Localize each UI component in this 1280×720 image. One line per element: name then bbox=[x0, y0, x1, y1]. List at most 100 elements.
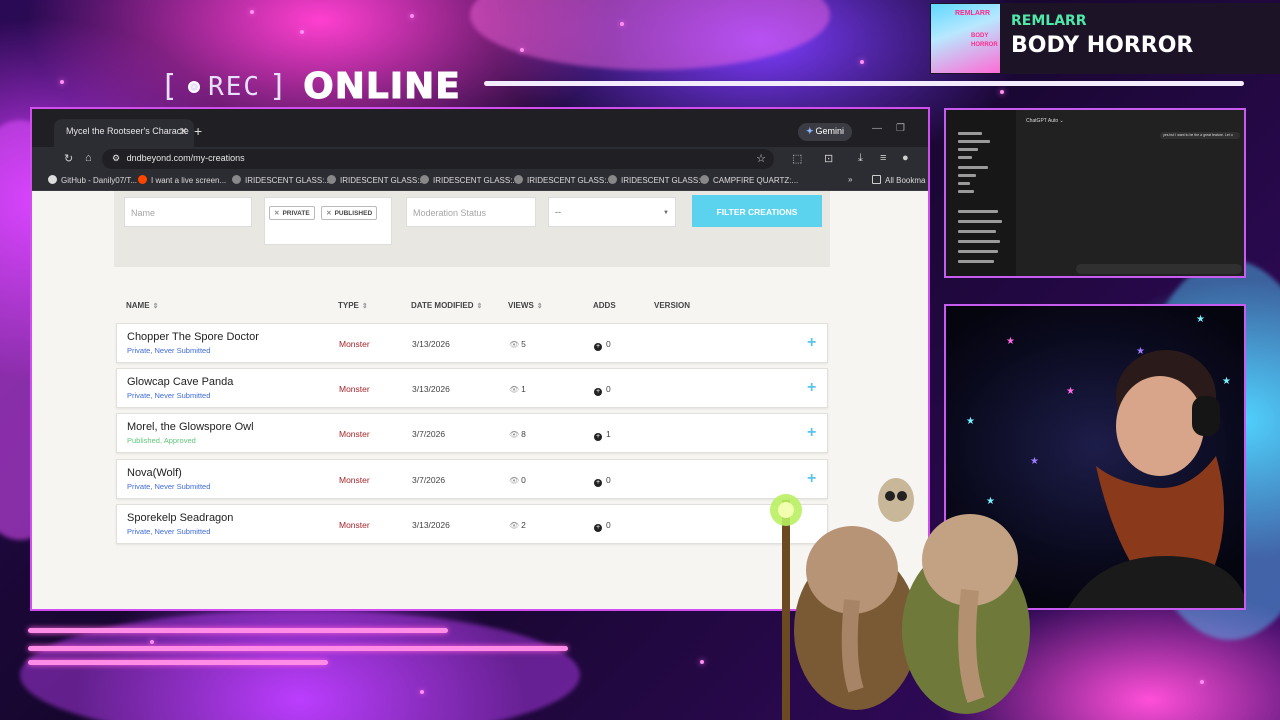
mascot-characters-art bbox=[770, 478, 1030, 720]
now-playing-title: BODY HORROR bbox=[1011, 33, 1194, 58]
gemini-button[interactable]: ✦ Gemini bbox=[798, 123, 852, 141]
type-select[interactable]: -- ▼ bbox=[548, 197, 676, 227]
eye-icon: 👁 bbox=[509, 476, 520, 485]
column-header-adds: ADDS bbox=[593, 301, 616, 310]
status-chip[interactable]: ✕ PUBLISHED bbox=[321, 206, 378, 220]
sort-icon: ⇕ bbox=[536, 303, 543, 310]
expand-row-icon[interactable]: + bbox=[807, 334, 816, 352]
eye-icon: 👁 bbox=[509, 430, 520, 439]
expand-row-icon[interactable]: + bbox=[807, 424, 816, 442]
creation-type: Monster bbox=[339, 475, 370, 485]
maximize-icon[interactable]: ❐ bbox=[896, 123, 905, 134]
status-chip-select[interactable]: ✕ PRIVATE ✕ PUBLISHED bbox=[264, 197, 392, 245]
record-dot-icon bbox=[188, 80, 201, 93]
table-row[interactable]: Nova(Wolf) Private, Never Submitted Mons… bbox=[116, 459, 828, 499]
creation-views: 👁 2 bbox=[509, 520, 526, 530]
online-label: ONLINE bbox=[303, 66, 461, 108]
rec-badge: [ REC ] bbox=[160, 69, 289, 104]
download-icon[interactable]: ⤓ bbox=[858, 152, 863, 165]
plus-circle-icon: + bbox=[594, 343, 602, 351]
eye-icon: 👁 bbox=[509, 340, 520, 349]
recording-indicator: [ REC ] ONLINE bbox=[160, 66, 461, 108]
creation-name[interactable]: Nova(Wolf) bbox=[127, 467, 182, 479]
column-header-views[interactable]: VIEWS ⇕ bbox=[508, 301, 543, 310]
close-tab-icon[interactable]: ✕ bbox=[179, 125, 188, 138]
album-art-title: BODY HORROR bbox=[971, 33, 998, 48]
table-row[interactable]: Glowcap Cave Panda Private, Never Submit… bbox=[116, 368, 828, 408]
bookmark-item[interactable]: GitHub - Danily07/T... bbox=[48, 175, 137, 185]
header-divider bbox=[484, 81, 1244, 86]
bookmark-item[interactable]: IRIDESCENT GLASS:... bbox=[232, 175, 331, 185]
site-info-icon[interactable]: ⚙ bbox=[112, 153, 120, 163]
remove-chip-icon[interactable]: ✕ bbox=[274, 210, 279, 217]
creation-name[interactable]: Glowcap Cave Panda bbox=[127, 376, 233, 388]
filter-panel: Name ✕ PRIVATE ✕ PUBLISHED Moderation Stat… bbox=[114, 191, 830, 267]
chat-input bbox=[1076, 264, 1242, 274]
plus-circle-icon: + bbox=[594, 524, 602, 532]
expand-row-icon[interactable]: + bbox=[807, 379, 816, 397]
creation-adds: +0 bbox=[594, 384, 611, 396]
creation-name[interactable]: Morel, the Glowspore Owl bbox=[127, 421, 254, 433]
creation-date: 3/13/2026 bbox=[412, 384, 450, 394]
screenshot-icon[interactable]: ⊡ bbox=[824, 152, 833, 165]
eye-icon: 👁 bbox=[509, 521, 520, 530]
chatgpt-model-label: ChatGPT Auto ⌄ bbox=[1026, 118, 1064, 124]
column-header-type[interactable]: TYPE ⇕ bbox=[338, 301, 368, 310]
moderation-status-input[interactable]: Moderation Status bbox=[406, 197, 536, 227]
home-icon[interactable]: ⌂ bbox=[85, 152, 92, 164]
creation-type: Monster bbox=[339, 520, 370, 530]
pink-swirl bbox=[470, 0, 830, 70]
creation-status: Private, Never Submitted bbox=[127, 346, 211, 355]
bookmark-item[interactable]: IRIDESCENT GLASS:... bbox=[327, 175, 426, 185]
table-row[interactable]: Sporekelp Seadragon Private, Never Submi… bbox=[116, 504, 828, 544]
eye-icon: 👁 bbox=[509, 385, 520, 394]
bookmark-item[interactable]: IRIDESCENT GLASS:... bbox=[514, 175, 613, 185]
chatgpt-sidebar bbox=[946, 110, 1016, 276]
creation-adds: +0 bbox=[594, 339, 611, 351]
column-header-name[interactable]: NAME ⇕ bbox=[126, 301, 158, 310]
minimize-icon[interactable]: — bbox=[872, 123, 882, 134]
gemini-sparkle-icon: ✦ bbox=[806, 126, 814, 136]
bookmark-item[interactable]: CAMPFIRE QUARTZ:... bbox=[700, 175, 798, 185]
address-bar-row: ↻ ⌂ ⚙ dndbeyond.com/my-creations ☆ ⬚ ⊡ ⤓… bbox=[32, 147, 928, 171]
new-tab-icon[interactable]: + bbox=[194, 123, 202, 139]
column-header-date[interactable]: DATE MODIFIED ⇕ bbox=[411, 301, 482, 310]
creation-status: Private, Never Submitted bbox=[127, 527, 211, 536]
extensions-icon[interactable]: ⬚ bbox=[792, 152, 802, 165]
bookmark-item[interactable]: IRIDESCENT GLASS:... bbox=[420, 175, 519, 185]
now-playing-widget: REMLARR BODY HORROR REMLARR BODY HORROR bbox=[930, 3, 1280, 74]
bookmark-star-icon[interactable]: ☆ bbox=[756, 152, 766, 165]
bookmark-item[interactable]: IRIDESCENT GLASS:... bbox=[608, 175, 707, 185]
table-row[interactable]: Chopper The Spore Doctor Private, Never … bbox=[116, 323, 828, 363]
plus-circle-icon: + bbox=[594, 433, 602, 441]
creation-name[interactable]: Sporekelp Seadragon bbox=[127, 512, 233, 524]
creation-status: Private, Never Submitted bbox=[127, 482, 211, 491]
table-row[interactable]: Morel, the Glowspore Owl Published, Appr… bbox=[116, 413, 828, 453]
address-bar[interactable]: ⚙ dndbeyond.com/my-creations ☆ bbox=[102, 149, 774, 169]
browser-tab[interactable]: Mycel the Rootseer's Characte ✕ bbox=[54, 119, 194, 147]
profile-avatar-icon[interactable]: ● bbox=[902, 152, 909, 164]
chatgpt-window-capture: ChatGPT Auto ⌄ yes but I want to be the … bbox=[944, 108, 1246, 278]
tab-title: Mycel the Rootseer's Characte bbox=[66, 126, 189, 136]
all-bookmarks-folder[interactable]: All Bookma bbox=[872, 175, 925, 185]
bookmark-item[interactable]: I want a live screen... bbox=[138, 175, 226, 185]
filter-creations-button[interactable]: FILTER CREATIONS bbox=[692, 195, 822, 227]
plus-circle-icon: + bbox=[594, 479, 602, 487]
gemini-label: Gemini bbox=[815, 126, 845, 136]
creation-type: Monster bbox=[339, 384, 370, 394]
creation-date: 3/7/2026 bbox=[412, 475, 446, 485]
status-chip[interactable]: ✕ PRIVATE bbox=[269, 206, 315, 220]
reload-icon[interactable]: ↻ bbox=[64, 152, 73, 165]
now-playing-artist: REMLARR bbox=[1011, 13, 1087, 29]
name-filter-input[interactable]: Name bbox=[124, 197, 252, 227]
creation-views: 👁 8 bbox=[509, 429, 526, 439]
creation-name[interactable]: Chopper The Spore Doctor bbox=[127, 331, 259, 343]
bracket-right: ] bbox=[269, 69, 290, 104]
creation-adds: +0 bbox=[594, 475, 611, 487]
remove-chip-icon[interactable]: ✕ bbox=[326, 210, 331, 217]
creation-date: 3/13/2026 bbox=[412, 339, 450, 349]
violet-swirl bbox=[20, 610, 580, 720]
more-bookmarks-icon[interactable]: » bbox=[848, 175, 852, 184]
album-art-artist: REMLARR bbox=[955, 10, 990, 17]
media-icon[interactable]: ≡ bbox=[880, 152, 886, 164]
